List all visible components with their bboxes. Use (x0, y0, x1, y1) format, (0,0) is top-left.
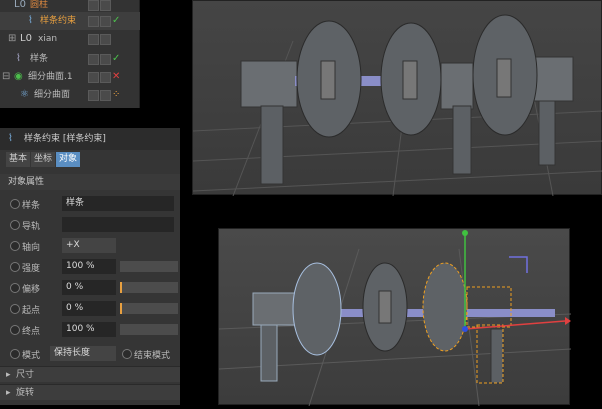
enabled-check-icon[interactable]: ✓ (112, 12, 120, 30)
param-label: 终点 (22, 327, 41, 337)
param-end: 终点 100 % (0, 320, 180, 340)
object-label: 细分曲面.1 (28, 72, 73, 82)
expand-icon[interactable]: ⊞ (8, 30, 16, 48)
param-label: 导轨 (22, 222, 41, 232)
param-spline: 样条 样条 (0, 194, 180, 214)
keyframe-radio[interactable] (10, 220, 20, 230)
mode-dropdown[interactable]: 保持长度 (50, 346, 116, 361)
offset-slider[interactable] (120, 282, 178, 293)
attribute-tabs: 基本 坐标 对象 (6, 152, 81, 168)
object-manager: L0 圆柱 ⌇ 样条约束 ✓ ⊞ L0 xian ⌇ 样条 ✓ ⊟ ◉ 细分曲面… (0, 0, 140, 108)
keyframe-radio[interactable] (10, 304, 20, 314)
offset-input[interactable]: 0 % (62, 280, 116, 295)
object-row[interactable]: ⚛ 细分曲面 ⁘ (0, 86, 140, 104)
null-object-icon: L0 (20, 33, 32, 44)
render-toggle[interactable] (100, 90, 111, 101)
visibility-toggle[interactable] (88, 34, 99, 45)
visibility-toggle[interactable] (88, 0, 99, 11)
subdivision-surface-icon: ◉ (14, 71, 23, 82)
object-row-selected[interactable]: ⌇ 样条约束 ✓ (0, 12, 140, 30)
attribute-title-bar: ⌇ 样条约束 [样条约束] (0, 128, 180, 150)
section-header: 对象属性 (0, 174, 180, 190)
object-label: 细分曲面 (34, 90, 71, 100)
keyframe-radio[interactable] (10, 262, 20, 272)
param-label: 模式 (22, 351, 41, 361)
visibility-toggle[interactable] (88, 54, 99, 65)
param-label: 轴向 (22, 243, 41, 253)
disabled-x-icon[interactable]: ✕ (112, 68, 120, 86)
viewport-canvas[interactable] (192, 1, 602, 197)
start-slider[interactable] (120, 303, 178, 314)
render-toggle[interactable] (100, 0, 111, 11)
param-label: 起点 (22, 306, 41, 316)
model-render (240, 14, 574, 185)
param-offset: 偏移 0 % (0, 278, 180, 298)
object-label: 样条 (30, 54, 49, 64)
param-label: 样条 (22, 201, 41, 211)
spline-link-field[interactable]: 样条 (62, 196, 174, 211)
viewport-canvas[interactable] (218, 229, 572, 407)
strength-slider[interactable] (120, 261, 178, 272)
enabled-check-icon[interactable]: ✓ (112, 50, 120, 68)
keyframe-radio[interactable] (10, 349, 20, 359)
keyframe-radio[interactable] (122, 349, 132, 359)
visibility-toggle[interactable] (88, 16, 99, 27)
object-row[interactable]: ⌇ 样条 ✓ (0, 50, 140, 68)
attribute-title: 样条约束 [样条约束] (24, 134, 106, 144)
tab-coordinates[interactable]: 坐标 (31, 152, 56, 167)
visibility-toggle[interactable] (88, 90, 99, 101)
visibility-toggle[interactable] (88, 72, 99, 83)
render-toggle[interactable] (100, 16, 111, 27)
rail-link-field[interactable] (62, 217, 174, 232)
tag-icon[interactable]: ⁘ (112, 86, 120, 104)
object-label: 样条约束 (40, 16, 77, 26)
spline-icon: ⌇ (16, 53, 21, 64)
attribute-manager: ⌇ 样条约束 [样条约束] 基本 坐标 对象 对象属性 样条 样条 导轨 轴向 +X… (0, 128, 180, 405)
fold-size[interactable]: ▸ 尺寸 (0, 366, 180, 382)
tab-basic[interactable]: 基本 (6, 152, 31, 167)
param-strength: 强度 100 % (0, 257, 180, 277)
fold-label: 尺寸 (16, 370, 35, 380)
keyframe-radio[interactable] (10, 199, 20, 209)
spline-constraint-icon: ⌇ (28, 15, 33, 26)
subdivision-surface-icon: ⚛ (20, 89, 29, 100)
fold-rotation[interactable]: ▸ 旋转 (0, 384, 180, 400)
param-label: 强度 (22, 264, 41, 274)
start-input[interactable]: 0 % (62, 301, 116, 316)
render-toggle[interactable] (100, 34, 111, 45)
object-label: xian (38, 34, 58, 44)
end-slider[interactable] (120, 324, 178, 335)
expand-icon[interactable]: ⊟ (2, 68, 10, 86)
fold-label: 旋转 (16, 388, 35, 398)
tab-object[interactable]: 对象 (56, 152, 81, 167)
strength-input[interactable]: 100 % (62, 259, 116, 274)
keyframe-radio[interactable] (10, 283, 20, 293)
object-row[interactable]: ⊞ L0 xian (0, 30, 140, 48)
param-axis: 轴向 +X (0, 236, 180, 256)
keyframe-radio[interactable] (10, 325, 20, 335)
param-rail: 导轨 (0, 215, 180, 235)
param-mode: 模式 保持长度 结束模式 (0, 344, 180, 364)
viewport-edit[interactable] (218, 228, 572, 407)
model-wireframe (252, 230, 571, 384)
object-row[interactable]: ⊟ ◉ 细分曲面.1 ✕ (0, 68, 140, 86)
param-start: 起点 0 % (0, 299, 180, 319)
param-label: 偏移 (22, 285, 41, 295)
viewport-perspective[interactable] (192, 0, 602, 197)
param-label: 结束模式 (134, 351, 171, 361)
end-input[interactable]: 100 % (62, 322, 116, 337)
spline-constraint-icon: ⌇ (8, 133, 13, 144)
render-toggle[interactable] (100, 72, 111, 83)
keyframe-radio[interactable] (10, 241, 20, 251)
axis-dropdown[interactable]: +X (62, 238, 116, 253)
render-toggle[interactable] (100, 54, 111, 65)
